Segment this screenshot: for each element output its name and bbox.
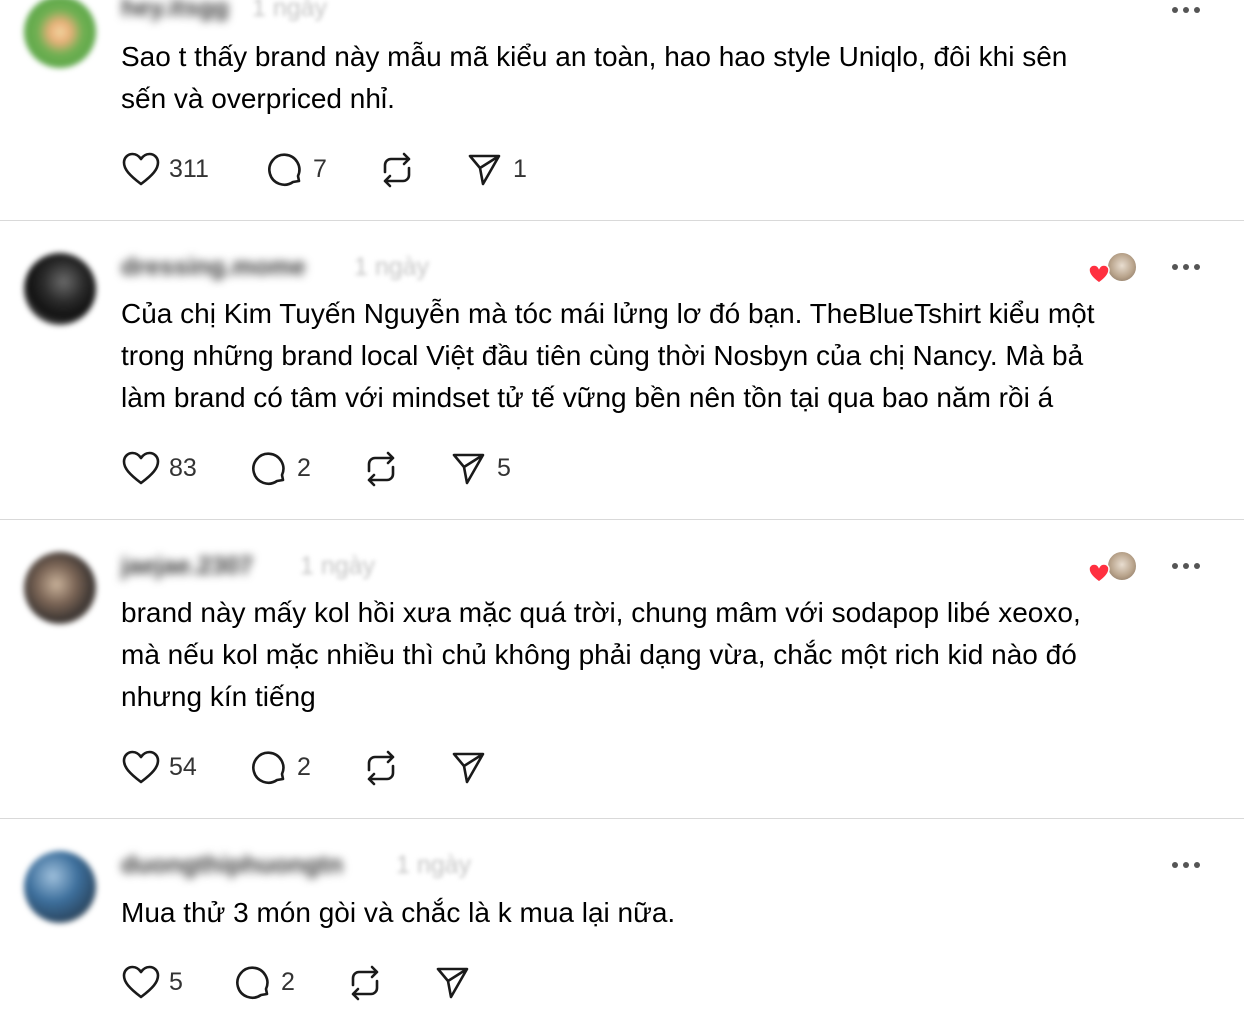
like-count: 54 [169, 753, 197, 781]
post-3: jaejae.2307 1 ngày brand này mấy kol hồi… [0, 520, 1244, 818]
share-button[interactable] [433, 963, 481, 1003]
more-icon [1172, 264, 1200, 270]
post-text-line: làm brand có tâm với mindset tử tế vững … [121, 382, 1054, 413]
avatar[interactable] [24, 253, 96, 325]
post-time: 1 ngày [396, 851, 472, 879]
more-options-button[interactable] [1170, 262, 1202, 272]
share-icon [468, 154, 501, 186]
author-avatar [1106, 251, 1138, 283]
more-icon [1172, 563, 1200, 569]
repost-button[interactable] [345, 963, 405, 1003]
repost-icon [367, 451, 395, 487]
post-2: dressing.mome 1 ngày Của chị Kim Tuyến N… [0, 221, 1244, 519]
post-text-line: Mua thử 3 món gòi và chắc là k mua lại n… [121, 897, 676, 928]
post-text-line: nhưng kín tiếng [121, 681, 316, 712]
more-options-button[interactable] [1170, 860, 1202, 870]
action-bar: 311 7 1 [121, 150, 541, 190]
reply-count: 2 [281, 968, 295, 996]
heart-icon [1088, 563, 1110, 583]
avatar[interactable] [24, 851, 96, 923]
share-count: 1 [513, 155, 527, 183]
reply-button[interactable]: 2 [233, 963, 313, 1003]
more-options-button[interactable] [1170, 5, 1202, 15]
liked-by-author [1088, 251, 1138, 287]
avatar[interactable] [24, 0, 96, 68]
reply-count: 7 [313, 155, 327, 183]
repost-button[interactable] [361, 449, 421, 489]
post-text: Mua thử 3 món gòi và chắc là k mua lại n… [121, 892, 1201, 934]
username[interactable]: hey.itsgg [121, 0, 229, 23]
repost-button[interactable] [361, 748, 421, 788]
like-button[interactable]: 311 [121, 150, 221, 190]
post-text: brand này mấy kol hồi xưa mặc quá trời, … [121, 592, 1201, 718]
comment-icon [252, 452, 285, 486]
post-text-line: sến và overpriced nhỉ. [121, 83, 395, 114]
share-button[interactable] [449, 748, 509, 788]
post-time: 1 ngày [354, 253, 430, 281]
repost-icon [383, 152, 411, 188]
heart-icon [1088, 264, 1110, 284]
action-bar: 83 2 5 [121, 449, 541, 489]
share-icon [436, 967, 469, 999]
share-count: 5 [497, 454, 511, 482]
reply-button[interactable]: 7 [265, 150, 345, 190]
heart-icon [122, 451, 160, 485]
author-avatar [1106, 550, 1138, 582]
comment-icon [236, 966, 269, 1000]
post-text-line: Của chị Kim Tuyến Nguyễn mà tóc mái lửng… [121, 298, 1095, 329]
repost-icon [367, 750, 395, 786]
heart-icon [122, 750, 160, 784]
like-button[interactable]: 83 [121, 449, 211, 489]
post-time: 1 ngày [252, 0, 328, 22]
username[interactable]: duongthiphuongtn [121, 851, 343, 880]
like-count: 5 [169, 968, 183, 996]
post-text-line: mà nếu kol mặc nhiều thì chủ không phải … [121, 639, 1077, 670]
post-text: Của chị Kim Tuyến Nguyễn mà tóc mái lửng… [121, 293, 1201, 419]
username[interactable]: jaejae.2307 [121, 552, 253, 581]
share-icon [452, 453, 485, 485]
avatar[interactable] [24, 552, 96, 624]
share-button[interactable]: 1 [465, 150, 545, 190]
more-options-button[interactable] [1170, 561, 1202, 571]
like-button[interactable]: 54 [121, 748, 211, 788]
share-button[interactable]: 5 [449, 449, 529, 489]
post-text-line: brand này mấy kol hồi xưa mặc quá trời, … [121, 597, 1081, 628]
post-text-line: Sao t thấy brand này mẫu mã kiểu an toàn… [121, 41, 1068, 72]
like-count: 83 [169, 454, 197, 482]
post-1: hey.itsgg 1 ngày Sao t thấy brand này mẫ… [0, 0, 1244, 220]
post-text: Sao t thấy brand này mẫu mã kiểu an toàn… [121, 36, 1201, 120]
post-text-line: trong những brand local Việt đầu tiên cù… [121, 340, 1084, 371]
repost-icon [351, 965, 379, 1001]
liked-by-author [1088, 550, 1138, 586]
more-icon [1172, 7, 1200, 13]
action-bar: 54 2 [121, 748, 541, 788]
like-button[interactable]: 5 [121, 963, 201, 1003]
heart-icon [122, 965, 160, 999]
username[interactable]: dressing.mome [121, 253, 306, 282]
comment-icon [268, 153, 301, 187]
reply-count: 2 [297, 753, 311, 781]
reply-button[interactable]: 2 [249, 748, 329, 788]
reply-button[interactable]: 2 [249, 449, 329, 489]
comment-icon [252, 751, 285, 785]
like-count: 311 [169, 155, 209, 183]
share-icon [452, 752, 485, 784]
reply-count: 2 [297, 454, 311, 482]
action-bar: 5 2 [121, 963, 481, 1003]
post-4: duongthiphuongtn 1 ngày Mua thử 3 món gò… [0, 819, 1244, 1010]
post-time: 1 ngày [300, 552, 376, 580]
more-icon [1172, 862, 1200, 868]
heart-icon [122, 152, 160, 186]
repost-button[interactable] [377, 150, 437, 190]
